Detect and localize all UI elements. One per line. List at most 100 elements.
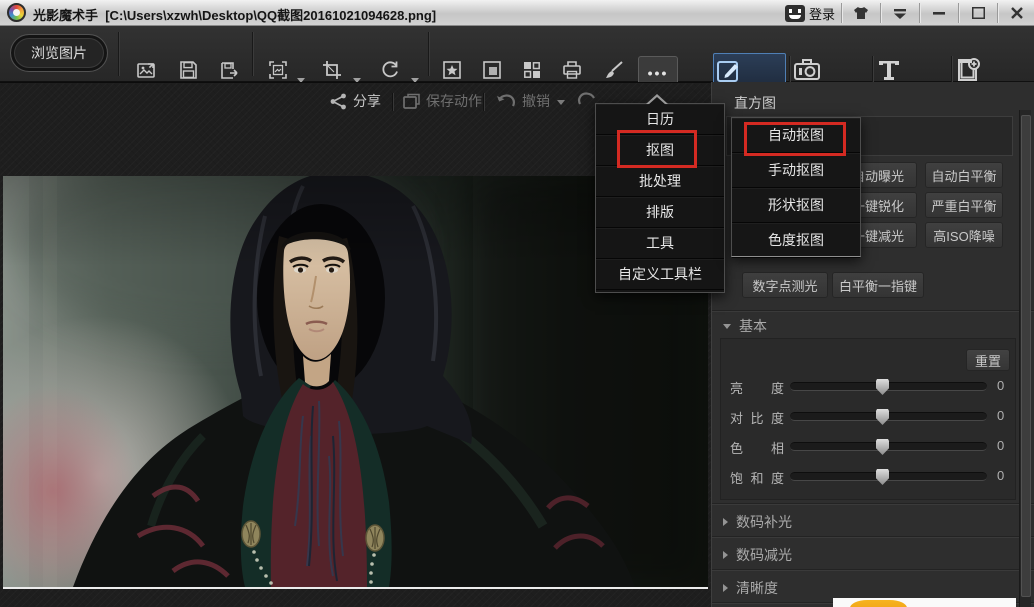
saturation-slider-thumb[interactable] [876, 469, 889, 485]
menu-item-batch[interactable]: 批处理 [596, 166, 724, 197]
menu-item-tools[interactable]: 工具 [596, 228, 724, 259]
frame-icon [481, 59, 503, 81]
auto-white-balance-button[interactable]: 自动白平衡 [925, 162, 1003, 188]
divider [712, 310, 1034, 311]
white-balance-one-key-button[interactable]: 白平衡一指键 [832, 272, 924, 298]
undo-button[interactable]: 撤销 [496, 91, 550, 111]
share-label: 分享 [353, 91, 381, 111]
section-fill-light-label: 数码补光 [736, 512, 792, 532]
skin-icon[interactable] [848, 3, 874, 23]
section-dim-light-label: 数码减光 [736, 545, 792, 565]
chevron-right-icon [723, 584, 728, 592]
brush-icon [603, 59, 625, 81]
collage-icon [521, 59, 543, 81]
hue-slider-track[interactable] [790, 442, 987, 451]
edit-square-icon [714, 57, 785, 85]
menu-item-customize-toolbar[interactable]: 自定义工具栏 [596, 259, 724, 290]
divider [919, 3, 920, 23]
chevron-right-icon [723, 551, 728, 559]
close-icon[interactable] [1004, 3, 1030, 23]
redo-button[interactable] [577, 91, 597, 107]
menu-item-calendar[interactable]: 日历 [596, 104, 724, 135]
browse-images-button[interactable]: 浏览图片 [10, 34, 108, 72]
save-action-label: 保存动作 [426, 91, 482, 111]
menu-item-layout[interactable]: 排版 [596, 197, 724, 228]
more-tools-icon: ••• [639, 65, 677, 81]
crop-icon [321, 59, 343, 81]
hue-label: 色相 [730, 438, 784, 457]
divider [252, 32, 253, 76]
resize-icon [267, 59, 289, 81]
photo-editor-window: 光影魔术手 [C:\Users\xzwh\Desktop\QQ截图2016102… [0, 0, 1034, 607]
share-icon [330, 93, 347, 110]
brightness-slider-row: 亮度 0 [721, 377, 1017, 395]
divider [997, 3, 998, 23]
section-basic-header[interactable]: 基本 [723, 316, 767, 336]
save-action-button[interactable]: 保存动作 [402, 91, 482, 111]
panel-scrollbar[interactable] [1019, 110, 1031, 607]
maximize-icon[interactable] [965, 3, 991, 23]
share-button[interactable]: 分享 [330, 91, 381, 111]
sticker-icon [441, 59, 463, 81]
login-button[interactable]: 登录 [785, 4, 835, 23]
main-toolbar: 浏览图片 打开 保存 另存 尺寸 [0, 26, 1034, 82]
chevron-down-icon [723, 324, 731, 329]
hue-value: 0 [997, 438, 1004, 453]
saturation-slider-row: 饱和度 0 [721, 467, 1017, 485]
brightness-slider-thumb[interactable] [876, 379, 889, 395]
hue-slider-row: 色相 0 [721, 437, 1017, 455]
menu-item-cutout[interactable]: 抠图 [596, 135, 724, 166]
hue-slider-thumb[interactable] [876, 439, 889, 455]
divider [392, 93, 393, 111]
high-iso-denoise-button[interactable]: 高ISO降噪 [925, 222, 1003, 248]
divider [712, 569, 1034, 570]
collapse-toolbar-icon[interactable] [887, 3, 913, 23]
divider [428, 32, 429, 76]
saturation-value: 0 [997, 468, 1004, 483]
section-clarity-header[interactable]: 清晰度 [723, 578, 778, 598]
orange-blob-fragment [850, 600, 907, 607]
chevron-right-icon [723, 518, 728, 526]
save-action-icon [402, 93, 420, 110]
saturation-slider-track[interactable] [790, 472, 987, 481]
section-fill-light-header[interactable]: 数码补光 [723, 512, 792, 532]
save-as-icon [218, 59, 240, 81]
brightness-slider-track[interactable] [790, 382, 987, 391]
app-logo-icon [7, 3, 26, 22]
scrollbar-thumb[interactable] [1021, 115, 1031, 597]
divider [118, 32, 119, 76]
contrast-label: 对比度 [730, 408, 784, 427]
text-icon [875, 56, 948, 84]
undo-label: 撤销 [522, 91, 550, 111]
undo-dropdown-arrow[interactable] [557, 100, 565, 105]
photo-bottom-edge [3, 587, 708, 589]
brightness-label: 亮度 [730, 378, 784, 397]
submenu-item-manual-cutout[interactable]: 手动抠图 [732, 153, 860, 188]
submenu-item-auto-cutout[interactable]: 自动抠图 [732, 118, 860, 153]
camera-icon [792, 56, 870, 84]
save-icon [177, 59, 199, 81]
window-title: 光影魔术手 [C:\Users\xzwh\Desktop\QQ截图2016102… [33, 5, 436, 24]
cutout-submenu: 自动抠图 手动抠图 形状抠图 色度抠图 [731, 117, 861, 257]
contrast-slider-thumb[interactable] [876, 409, 889, 425]
smiley-icon [785, 5, 805, 22]
section-basic-label: 基本 [739, 316, 767, 336]
reset-button[interactable]: 重置 [966, 349, 1010, 371]
section-clarity-label: 清晰度 [736, 578, 778, 598]
title-bar: 光影魔术手 [C:\Users\xzwh\Desktop\QQ截图2016102… [0, 0, 1034, 26]
divider [712, 503, 1034, 504]
contrast-slider-row: 对比度 0 [721, 407, 1017, 425]
submenu-item-shape-cutout[interactable]: 形状抠图 [732, 188, 860, 223]
digital-spot-metering-button[interactable]: 数字点测光 [742, 272, 828, 298]
divider [483, 93, 484, 111]
menu-pointer-icon [648, 97, 666, 105]
section-dim-light-header[interactable]: 数码减光 [723, 545, 792, 565]
login-label: 登录 [809, 4, 835, 23]
contrast-slider-track[interactable] [790, 412, 987, 421]
open-icon [135, 59, 157, 81]
minimize-icon[interactable] [926, 3, 952, 23]
divider [712, 536, 1034, 537]
severe-white-balance-button[interactable]: 严重白平衡 [925, 192, 1003, 218]
submenu-item-chroma-cutout[interactable]: 色度抠图 [732, 223, 860, 258]
divider [880, 3, 881, 23]
